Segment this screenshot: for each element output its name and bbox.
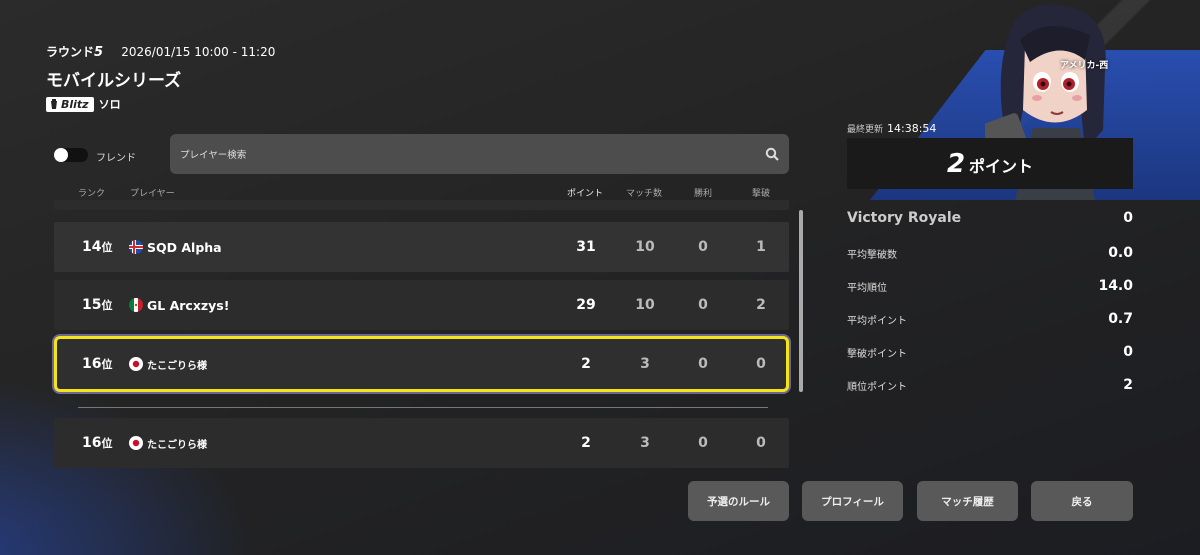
wins-cell: 0 (698, 297, 708, 313)
wins-cell: 0 (698, 435, 708, 451)
table-row-selected[interactable]: 16位 たこごりら様 2 3 0 0 (54, 336, 789, 392)
list-scrollbar[interactable] (799, 210, 803, 392)
matches-cell: 3 (640, 435, 650, 451)
points-cell: 31 (576, 239, 596, 255)
stat-victory-royale: Victory Royale 0 (847, 210, 1133, 226)
mode-label: ソロ (98, 98, 121, 111)
rank-cell: 16位 (82, 356, 113, 372)
matches-cell: 10 (635, 297, 655, 313)
stat-value: 0 (1123, 344, 1133, 360)
table-row[interactable]: 15位 GL Arcxzys! 29 10 0 2 (54, 280, 789, 330)
player-name: たこごりら様 (147, 360, 207, 372)
stat-value: 2 (1123, 377, 1133, 393)
rank-cell: 15位 (82, 297, 113, 313)
rules-button[interactable]: 予選のルール (688, 481, 789, 521)
mode-info: Blitz ソロ (46, 96, 121, 112)
rank-cell: 14位 (82, 239, 113, 255)
stat-elimination-points: 撃破ポイント 0 (847, 344, 1133, 360)
friend-toggle-label: フレンド (96, 153, 136, 164)
points-cell: 29 (576, 297, 596, 313)
column-header-matches[interactable]: マッチ数 (626, 186, 662, 199)
points-cell: 2 (581, 356, 591, 372)
rank-cell: 16位 (82, 435, 113, 451)
stat-label: 順位ポイント (847, 381, 907, 393)
own-player-row[interactable]: 16位 たこごりら様 2 3 0 0 (54, 418, 789, 468)
stat-avg-placement: 平均順位 14.0 (847, 278, 1133, 294)
matches-cell: 10 (635, 239, 655, 255)
stat-avg-eliminations: 平均撃破数 0.0 (847, 245, 1133, 261)
mode-badge: Blitz (46, 96, 94, 112)
own-row-divider (78, 407, 768, 408)
eliminations-cell: 1 (756, 239, 766, 255)
column-header-rank: ランク (78, 189, 106, 199)
points-cell: 2 (581, 435, 591, 451)
friend-toggle[interactable] (54, 148, 88, 162)
search-icon[interactable] (765, 147, 779, 161)
stat-value: 0 (1123, 210, 1133, 226)
round-number: 5 (94, 45, 104, 60)
wins-cell: 0 (698, 356, 708, 372)
stat-label: Victory Royale (847, 210, 962, 226)
iceland-flag-icon (129, 240, 143, 254)
back-button[interactable]: 戻る (1031, 481, 1133, 521)
column-header-player: プレイヤー (130, 189, 175, 199)
stat-label: 平均ポイント (847, 315, 907, 327)
stat-value: 0.0 (1108, 245, 1133, 261)
player-name: GL Arcxzys! (147, 297, 230, 313)
eliminations-cell: 0 (756, 356, 766, 372)
table-row[interactable]: 14位 SQD Alpha 31 10 0 1 (54, 222, 789, 272)
total-points-box: 2 ポイント (847, 138, 1133, 189)
stat-label: 平均順位 (847, 282, 887, 294)
stat-label: 平均撃破数 (847, 249, 897, 261)
japan-flag-icon (129, 436, 143, 450)
player-name: たこごりら様 (147, 439, 207, 451)
total-points-unit: ポイント (969, 157, 1034, 176)
last-updated-time: 14:38:54 (887, 122, 937, 135)
player-name: SQD Alpha (147, 239, 222, 255)
mode-badge-text: Blitz (61, 97, 89, 111)
wins-cell: 0 (698, 239, 708, 255)
eliminations-cell: 2 (756, 297, 766, 313)
column-header-wins[interactable]: 勝利 (694, 186, 712, 199)
stat-avg-points: 平均ポイント 0.7 (847, 311, 1133, 327)
column-header-points[interactable]: ポイント (567, 186, 603, 199)
profile-button[interactable]: プロフィール (802, 481, 903, 521)
mexico-flag-icon (129, 298, 143, 312)
stat-value: 14.0 (1098, 278, 1133, 294)
japan-flag-icon (129, 357, 143, 371)
total-points-value: 2 (946, 148, 966, 179)
stat-value: 0.7 (1108, 311, 1133, 327)
match-history-button[interactable]: マッチ履歴 (917, 481, 1018, 521)
region-label: アメリカ-西 (1060, 61, 1109, 71)
stat-label: 撃破ポイント (847, 348, 907, 360)
tournament-title: モバイルシリーズ (46, 71, 182, 91)
matches-cell: 3 (640, 356, 650, 372)
last-updated: 最終更新 14:38:54 (847, 122, 936, 135)
eliminations-cell: 0 (756, 435, 766, 451)
round-info: ラウンド5 2026/01/15 10:00 - 11:20 (46, 43, 275, 60)
blitz-icon (51, 99, 57, 109)
table-row-partial (54, 200, 789, 210)
toggle-knob (54, 148, 68, 162)
session-datetime: 2026/01/15 10:00 - 11:20 (121, 45, 276, 59)
last-updated-label: 最終更新 (847, 125, 884, 135)
column-header-eliminations[interactable]: 撃破 (752, 186, 770, 199)
round-label: ラウンド (46, 45, 95, 59)
stat-placement-points: 順位ポイント 2 (847, 377, 1133, 393)
player-search-input[interactable]: プレイヤー検索 (170, 134, 789, 174)
search-placeholder: プレイヤー検索 (180, 150, 247, 161)
